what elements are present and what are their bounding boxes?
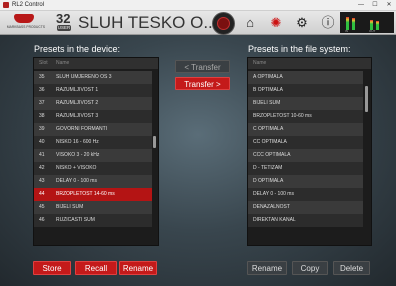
preset-name: GOVORNI FORMANTI — [56, 126, 108, 132]
file-list-scrollbar[interactable] — [365, 86, 368, 112]
info-icon[interactable]: ⓘ — [318, 13, 338, 32]
delete-button[interactable]: Delete — [333, 261, 370, 275]
window-titlebar: RL2 Control — ☐ ✕ — [0, 0, 396, 11]
device-preset-row[interactable]: 37 RAZUMLJIVOST 2 — [34, 97, 152, 110]
file-preset-row[interactable]: BRZOPLETOST 10-60 ms — [248, 110, 363, 123]
brand-logo: MARKBASS PRODUCTS — [6, 13, 46, 32]
rename-device-button[interactable]: Rename — [119, 261, 157, 275]
recall-button[interactable]: Recall — [75, 261, 117, 275]
file-preset-name: D OPTIMALA — [253, 178, 284, 184]
file-preset-row[interactable]: C OPTIMALA — [248, 123, 363, 136]
file-list-header: Name — [248, 58, 371, 69]
device-preset-row[interactable]: 36 RAZUMLJIVOST 1 — [34, 84, 152, 97]
preset-slot-number: 35 — [39, 74, 45, 80]
file-preset-row[interactable]: D OPTIMALA — [248, 175, 363, 188]
file-preset-row[interactable]: BIJELI SUM — [248, 97, 363, 110]
device-preset-row[interactable]: 42 NISKO + VISOKO — [34, 162, 152, 175]
preset-slot-number: 46 — [39, 217, 45, 223]
preset-name: DELAY 0 - 100 ms — [56, 178, 97, 184]
effects-icon[interactable]: ✺ — [266, 13, 286, 32]
bank-badge: USER — [57, 25, 71, 31]
file-preset-name: C OPTIMALA — [253, 126, 284, 132]
minimize-button[interactable]: — — [354, 0, 368, 10]
file-preset-name: BRZOPLETOST 10-60 ms — [253, 113, 312, 119]
device-preset-row[interactable]: 41 VISOKO 3 - 20 kHz — [34, 149, 152, 162]
store-button[interactable]: Store — [33, 261, 71, 275]
close-button[interactable]: ✕ — [382, 0, 396, 10]
device-list-scrollbar[interactable] — [153, 136, 156, 148]
preset-name: RAZUMLJIVOST 3 — [56, 113, 99, 119]
file-preset-row[interactable]: A OPTIMALA — [248, 71, 363, 84]
device-list-header: Slot Name — [34, 58, 158, 69]
brand-mark-icon — [14, 14, 34, 23]
preset-name: NISKO + VISOKO — [56, 165, 97, 171]
file-preset-row[interactable]: CC OPTIMALA — [248, 136, 363, 149]
app-body: MARKBASS PRODUCTS 32 USER SLUH TESKO O..… — [0, 11, 396, 286]
preset-name: NISKO 16 - 600 Hz — [56, 139, 99, 145]
preset-slot-number: 44 — [39, 191, 45, 197]
preset-slot-number: 39 — [39, 126, 45, 132]
transfer-to-file-button[interactable]: Transfer > — [175, 77, 230, 90]
preset-slot-number: 45 — [39, 204, 45, 210]
device-preset-row[interactable]: 39 GOVORNI FORMANTI — [34, 123, 152, 136]
file-preset-row[interactable]: DIREKTAN KANAL — [248, 214, 363, 227]
device-preset-row[interactable]: 43 DELAY 0 - 100 ms — [34, 175, 152, 188]
file-preset-name: B OPTIMALA — [253, 87, 284, 93]
device-preset-row[interactable]: 44 BRZOPLETOST 14-60 ms — [34, 188, 152, 201]
file-preset-name: A OPTIMALA — [253, 74, 283, 80]
file-preset-name: D - TETIZAM — [253, 165, 283, 171]
header-bar: MARKBASS PRODUCTS 32 USER SLUH TESKO O..… — [0, 11, 396, 35]
preset-name: VISOKO 3 - 20 kHz — [56, 152, 100, 158]
preset-slot-number: 40 — [39, 139, 45, 145]
preset-name: RAZUMLJIVOST 2 — [56, 100, 99, 106]
app-icon — [3, 2, 9, 8]
file-preset-name: DENAZALNOST — [253, 204, 290, 210]
window-title: RL2 Control — [12, 2, 45, 8]
file-preset-row[interactable]: B OPTIMALA — [248, 84, 363, 97]
maximize-button[interactable]: ☐ — [368, 0, 382, 10]
file-preset-row[interactable]: D - TETIZAM — [248, 162, 363, 175]
level-meter: IN OUT — [340, 12, 394, 33]
file-preset-row[interactable]: DELAY 0 - 100 ms — [248, 188, 363, 201]
power-knob-icon[interactable] — [212, 12, 235, 35]
preset-title: SLUH TESKO O... — [78, 13, 218, 32]
preset-name: RAZUMLJIVOST 1 — [56, 87, 99, 93]
meter-bar — [352, 18, 355, 30]
preset-slot-number: 36 — [39, 87, 45, 93]
preset-slot-number: 37 — [39, 100, 45, 106]
device-preset-list[interactable]: Slot Name 35 SLUH UMJERENO OS 3 36 RAZUMLJI… — [33, 57, 159, 246]
file-preset-name: DELAY 0 - 100 ms — [253, 191, 294, 197]
file-preset-name: DIREKTAN KANAL — [253, 217, 296, 223]
preset-name: BRZOPLETOST 14-60 ms — [56, 191, 115, 197]
file-preset-name: BIJELI SUM — [253, 100, 281, 106]
device-preset-row[interactable]: 38 RAZUMLJIVOST 3 — [34, 110, 152, 123]
preset-slot-number: 42 — [39, 165, 45, 171]
file-presets-heading: Presets in the file system: — [248, 44, 351, 54]
meter-bar — [376, 21, 379, 30]
preset-slot-number: 43 — [39, 178, 45, 184]
file-preset-row[interactable]: CCC OPTIMALA — [248, 149, 363, 162]
preset-name: SLUH UMJERENO OS 3 — [56, 74, 112, 80]
preset-number: 32 — [56, 11, 71, 26]
file-preset-row[interactable]: DENAZALNOST — [248, 201, 363, 214]
preset-slot-number: 38 — [39, 113, 45, 119]
device-presets-heading: Presets in the device: — [34, 44, 121, 54]
rename-file-button[interactable]: Rename — [247, 261, 287, 275]
copy-button[interactable]: Copy — [292, 261, 328, 275]
transfer-to-device-button[interactable]: < Transfer — [175, 60, 230, 73]
home-icon[interactable]: ⌂ — [240, 13, 260, 32]
device-preset-row[interactable]: 40 NISKO 16 - 600 Hz — [34, 136, 152, 149]
settings-icon[interactable]: ⚙ — [292, 13, 312, 32]
device-preset-row[interactable]: 35 SLUH UMJERENO OS 3 — [34, 71, 152, 84]
device-preset-row[interactable]: 45 BIJELI SUM — [34, 201, 152, 214]
preset-name: BIJELI SUM — [56, 204, 84, 210]
device-preset-row[interactable]: 46 RUZICASTI SUM — [34, 214, 152, 227]
preset-name: RUZICASTI SUM — [56, 217, 95, 223]
file-preset-name: CCC OPTIMALA — [253, 152, 291, 158]
file-preset-list[interactable]: Name A OPTIMALA B OPTIMALA BIJELI SUM BRZOP… — [247, 57, 372, 246]
file-preset-name: CC OPTIMALA — [253, 139, 287, 145]
preset-slot-number: 41 — [39, 152, 45, 158]
